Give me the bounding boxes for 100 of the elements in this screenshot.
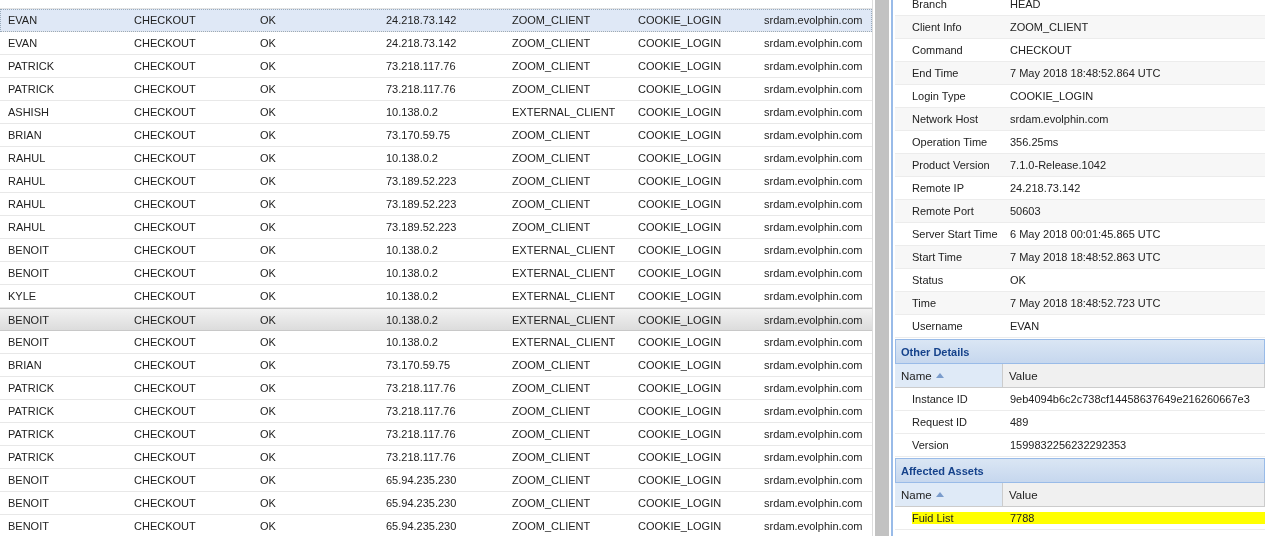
section-header[interactable]: Affected Assets bbox=[895, 458, 1265, 483]
section-header[interactable]: Other Details bbox=[895, 339, 1265, 364]
table-cell-text: 10.138.0.2 bbox=[386, 290, 439, 302]
table-cell-text: CHECKOUT bbox=[134, 520, 197, 532]
table-cell-text: COOKIE_LOGIN bbox=[638, 14, 723, 26]
table-cell-text: COOKIE_LOGIN bbox=[638, 244, 723, 256]
table-cell-text: CHECKOUT bbox=[134, 244, 197, 256]
table-cell-text: OK bbox=[260, 336, 277, 348]
log-row[interactable]: PATRICK CHECKOUT OK 73.218.117.76 ZOOM_CLIENT COOKIE_LOGIN srdam.evolphin.com bbox=[0, 400, 872, 423]
log-row[interactable]: EVAN CHECKOUT OK 24.218.73.142 ZOOM_CLIENT COOKIE_LOGIN srdam.evolphin.com bbox=[0, 9, 872, 32]
table-cell-text: OK bbox=[260, 290, 277, 302]
table-cell-text: COOKIE_LOGIN bbox=[638, 129, 723, 141]
log-row[interactable]: BRIAN CHECKOUT OK 73.170.59.75 ZOOM_CLIENT COOKIE_LOGIN srdam.evolphin.com bbox=[0, 124, 872, 147]
column-header[interactable]: Value bbox=[1003, 364, 1265, 387]
property-value: 7788 bbox=[1010, 512, 1265, 524]
log-row[interactable]: ASHISH CHECKOUT OK 10.138.0.2 EXTERNAL_CLIENT COOKIE_LOGIN srdam.evolphin.com bbox=[0, 101, 872, 124]
table-cell-text: 10.138.0.2 bbox=[386, 244, 439, 256]
table-cell-text: OK bbox=[260, 14, 277, 26]
log-row[interactable]: PATRICK CHECKOUT OK 73.218.117.76 ZOOM_CLIENT COOKIE_LOGIN srdam.evolphin.com bbox=[0, 446, 872, 469]
table-cell-text: CHECKOUT bbox=[134, 221, 197, 233]
table-cell-text: srdam.evolphin.com bbox=[764, 37, 864, 49]
table-cell-text: CHECKOUT bbox=[134, 451, 197, 463]
table-cell-text: srdam.evolphin.com bbox=[764, 405, 864, 417]
property-value: 24.218.73.142 bbox=[1010, 182, 1082, 194]
table-cell-text: 73.189.52.223 bbox=[386, 175, 458, 187]
table-cell-text: OK bbox=[260, 60, 277, 72]
table-cell-text: COOKIE_LOGIN bbox=[638, 451, 723, 463]
table-cell-text: OK bbox=[260, 451, 277, 463]
table-cell-text: ZOOM_CLIENT bbox=[512, 129, 592, 141]
property-name: Start Time bbox=[912, 251, 964, 263]
log-row[interactable]: RAHUL CHECKOUT OK 10.138.0.2 ZOOM_CLIENT COOKIE_LOGIN srdam.evolphin.com bbox=[0, 147, 872, 170]
table-cell-text: srdam.evolphin.com bbox=[764, 14, 864, 26]
log-row[interactable]: RAHUL CHECKOUT OK 73.189.52.223 ZOOM_CLIENT COOKIE_LOGIN srdam.evolphin.com bbox=[0, 170, 872, 193]
table-cell-text: 10.138.0.2 bbox=[386, 336, 439, 348]
table-cell-text: OK bbox=[260, 497, 277, 509]
table-cell-text: srdam.evolphin.com bbox=[764, 474, 864, 486]
property-name: Branch bbox=[912, 0, 948, 10]
scrollbar[interactable] bbox=[875, 0, 889, 536]
table-cell-text: BENOIT bbox=[8, 336, 50, 348]
log-row[interactable]: RAHUL CHECKOUT OK 73.189.52.223 ZOOM_CLIENT COOKIE_LOGIN srdam.evolphin.com bbox=[0, 193, 872, 216]
log-row[interactable]: PATRICK CHECKOUT OK 73.218.117.76 ZOOM_CLIENT COOKIE_LOGIN srdam.evolphin.com bbox=[0, 55, 872, 78]
property-value: 1599832256232292353 bbox=[1010, 439, 1128, 451]
log-row[interactable]: PATRICK CHECKOUT OK 73.218.117.76 ZOOM_CLIENT COOKIE_LOGIN srdam.evolphin.com bbox=[0, 423, 872, 446]
log-row[interactable]: PATRICK CHECKOUT OK 73.218.117.76 ZOOM_CLIENT COOKIE_LOGIN srdam.evolphin.com bbox=[0, 78, 872, 101]
table-cell-text: 24.218.73.142 bbox=[386, 14, 458, 26]
property-name: Product Version bbox=[912, 159, 991, 171]
table-cell-text: ZOOM_CLIENT bbox=[512, 83, 592, 95]
table-cell-text: ZOOM_CLIENT bbox=[512, 474, 592, 486]
table-cell-text: COOKIE_LOGIN bbox=[638, 497, 723, 509]
log-row[interactable]: PATRICK CHECKOUT OK 73.218.117.76 ZOOM_CLIENT COOKIE_LOGIN srdam.evolphin.com bbox=[0, 377, 872, 400]
property-name: Instance ID bbox=[912, 393, 969, 405]
property-name: Remote IP bbox=[912, 182, 965, 194]
table-cell-text: 73.218.117.76 bbox=[386, 405, 457, 417]
log-row[interactable]: EVAN CHECKOUT OK 24.218.73.142 ZOOM_CLIENT COOKIE_LOGIN srdam.evolphin.com bbox=[0, 32, 872, 55]
table-cell-text: CHECKOUT bbox=[134, 313, 197, 326]
table-cell-text: ZOOM_CLIENT bbox=[512, 152, 592, 164]
table-cell-text: ZOOM_CLIENT bbox=[512, 175, 592, 187]
table-cell-text: 24.218.73.142 bbox=[386, 37, 458, 49]
column-header[interactable]: Name bbox=[895, 483, 1003, 506]
property-name: Version bbox=[912, 439, 950, 451]
table-cell-text: ZOOM_CLIENT bbox=[512, 520, 592, 532]
table-cell-text: COOKIE_LOGIN bbox=[638, 336, 723, 348]
table-cell-text: OK bbox=[260, 474, 277, 486]
log-row[interactable]: BENOIT CHECKOUT OK 65.94.235.230 ZOOM_CLIENT COOKIE_LOGIN srdam.evolphin.com bbox=[0, 515, 872, 536]
table-cell-text: KYLE bbox=[8, 290, 38, 302]
table-cell-text: EXTERNAL_CLIENT bbox=[512, 290, 617, 302]
table-cell-text: EXTERNAL_CLIENT bbox=[512, 267, 617, 279]
table-cell-text: OK bbox=[260, 83, 277, 95]
property-value: 489 bbox=[1010, 416, 1030, 428]
column-header[interactable]: Name bbox=[895, 364, 1003, 387]
property-name: Fuid List bbox=[912, 512, 1010, 524]
table-cell-text: OK bbox=[260, 359, 277, 371]
table-cell-text: OK bbox=[260, 267, 277, 279]
property-name: Time bbox=[912, 297, 938, 309]
log-row[interactable]: BENOIT CHECKOUT OK 10.138.0.2 EXTERNAL_CLIENT COOKIE_LOGIN srdam.evolphin.com bbox=[0, 239, 872, 262]
property-name: Network Host bbox=[912, 113, 980, 125]
table-cell-text: COOKIE_LOGIN bbox=[638, 152, 723, 164]
log-row[interactable]: BRIAN CHECKOUT OK 73.170.59.75 ZOOM_CLIENT COOKIE_LOGIN srdam.evolphin.com bbox=[0, 354, 872, 377]
log-row[interactable]: BENOIT CHECKOUT OK 65.94.235.230 ZOOM_CLIENT COOKIE_LOGIN srdam.evolphin.com bbox=[0, 469, 872, 492]
table-cell-text: CHECKOUT bbox=[134, 290, 197, 302]
table-cell-text: EXTERNAL_CLIENT bbox=[512, 313, 617, 326]
property-name: End Time bbox=[912, 67, 960, 79]
property-value: 7.1.0-Release.1042 bbox=[1010, 159, 1107, 171]
log-row[interactable]: RAHUL CHECKOUT OK 73.189.52.223 ZOOM_CLIENT COOKIE_LOGIN srdam.evolphin.com bbox=[0, 216, 872, 239]
table-cell-text: 65.94.235.230 bbox=[386, 497, 458, 509]
table-cell-text: BENOIT bbox=[8, 267, 50, 279]
table-cell-text: COOKIE_LOGIN bbox=[638, 267, 723, 279]
table-cell-text: ZOOM_CLIENT bbox=[512, 221, 592, 233]
log-row[interactable]: BENOIT CHECKOUT OK 10.138.0.2 EXTERNAL_CLIENT COOKIE_LOGIN srdam.evolphin.com bbox=[0, 331, 872, 354]
log-row[interactable]: BENOIT CHECKOUT OK 10.138.0.2 EXTERNAL_CLIENT COOKIE_LOGIN srdam.evolphin.com bbox=[0, 262, 872, 285]
log-row[interactable]: BENOIT CHECKOUT OK 65.94.235.230 ZOOM_CLIENT COOKIE_LOGIN srdam.evolphin.com bbox=[0, 492, 872, 515]
table-cell-text: CHECKOUT bbox=[134, 359, 197, 371]
table-cell-text: ZOOM_CLIENT bbox=[512, 359, 592, 371]
log-row[interactable]: BENOIT CHECKOUT OK 10.138.0.2 EXTERNAL_CLIENT COOKIE_LOGIN srdam.evolphin.com bbox=[0, 308, 872, 331]
table-cell-text: BENOIT bbox=[8, 520, 50, 532]
column-header[interactable]: Value bbox=[1003, 483, 1265, 506]
table-cell-text: srdam.evolphin.com bbox=[764, 382, 864, 394]
table-cell-text: srdam.evolphin.com bbox=[764, 129, 864, 141]
table-cell-text: COOKIE_LOGIN bbox=[638, 106, 723, 118]
table-cell-text: srdam.evolphin.com bbox=[764, 175, 864, 187]
